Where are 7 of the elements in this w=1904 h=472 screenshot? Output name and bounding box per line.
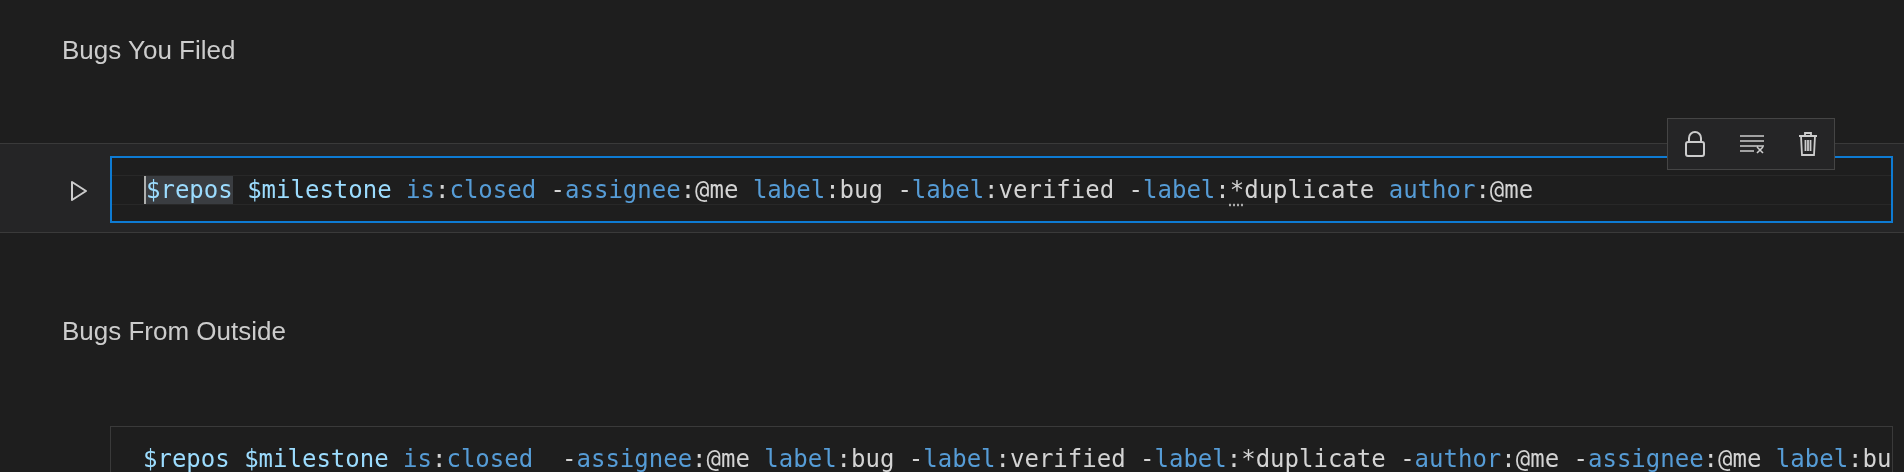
- query-editor[interactable]: $repos $milestone is:closed -assignee:@me label:bug -label:verified -label:*duplicate author:@me: [110, 156, 1893, 223]
- query-text: $repos $milestone is:closed -assignee:@me label:bug -label:verified -label:*duplicate author:@me: [144, 176, 1534, 204]
- section-heading: Bugs From Outside: [62, 316, 286, 346]
- section-heading: Bugs You Filed: [62, 35, 236, 65]
- play-icon[interactable]: [70, 180, 88, 202]
- query-text: $repos $milestone is:closed -assignee:@me label:bug -label:verified -label:*duplicate -author:@me -assignee:@me label:bu: [143, 445, 1892, 472]
- query-editor[interactable]: $repos $milestone is:closed -assignee:@me label:bug -label:verified -label:*duplicate -author:@me -assignee:@me label:bu: [110, 426, 1893, 472]
